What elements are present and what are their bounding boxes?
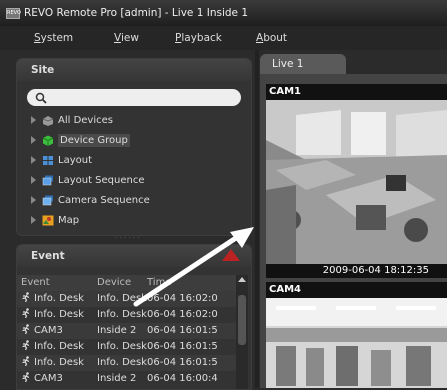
store-scene-image <box>266 298 447 388</box>
site-panel: Site All Devices Device Group Layout Lay… <box>16 58 252 236</box>
running-man-icon <box>22 308 30 318</box>
camera-sequence-icon <box>42 195 53 205</box>
title-bar: REVO REVO Remote Pro [admin] - Live 1 In… <box>0 0 447 26</box>
expand-arrow-icon[interactable] <box>31 216 36 224</box>
time-cell: 06-04 16:02:0 <box>147 293 218 304</box>
tree-item-camera-sequence[interactable]: Camera Sequence <box>31 192 150 208</box>
event-table-header: Event Device Time <box>17 275 237 291</box>
time-cell: 06-04 16:01:5 <box>147 325 218 336</box>
tree-item-label: Device Group <box>58 133 130 147</box>
event-cell: Info. Desk <box>21 339 84 355</box>
device-cell: Info. Desk <box>97 357 147 368</box>
event-row[interactable]: Info. Desk Info. Desk 06-04 16:01:5 <box>17 355 237 371</box>
device-cell: Info. Desk <box>97 341 147 352</box>
time-cell: 06-04 16:02:0 <box>147 309 218 320</box>
vertical-splitter[interactable] <box>255 50 259 388</box>
device-cell: Inside 2 <box>97 373 137 384</box>
menu-playback[interactable]: Playback <box>175 32 222 44</box>
map-icon <box>42 215 54 225</box>
tree-item-label: All Devices <box>58 114 113 126</box>
green-cube-icon <box>42 135 54 146</box>
camera-4-label: CAM4 <box>266 282 447 298</box>
event-name: Info. Desk <box>34 341 84 352</box>
event-name: CAM3 <box>34 325 63 336</box>
event-name: Info. Desk <box>34 357 84 368</box>
menu-system-label: System <box>34 32 74 44</box>
expand-arrow-icon[interactable] <box>31 176 36 184</box>
event-row[interactable]: CAM3 Inside 2 06-04 16:01:5 <box>17 323 237 339</box>
expand-arrow-icon[interactable] <box>31 136 36 144</box>
search-icon <box>35 92 47 104</box>
camera-1-label: CAM1 <box>266 84 447 100</box>
event-name: CAM3 <box>34 373 63 384</box>
expand-arrow-icon[interactable] <box>31 196 36 204</box>
tree-item-layout-sequence[interactable]: Layout Sequence <box>31 172 145 188</box>
tab-live-1[interactable]: Live 1 <box>260 54 346 74</box>
tree-item-label: Layout <box>58 154 92 166</box>
time-cell: 06-04 16:00:4 <box>147 373 218 384</box>
menu-playback-label: Playback <box>175 32 222 44</box>
event-cell: CAM3 <box>21 371 63 387</box>
layout-sequence-icon <box>42 175 53 185</box>
device-cell: Info. Desk <box>97 309 147 320</box>
app-logo-icon: REVO <box>6 7 21 19</box>
column-header-device[interactable]: Device <box>97 275 131 291</box>
menu-view-label: View <box>114 32 139 44</box>
menu-about[interactable]: About <box>256 32 287 44</box>
panel-splitter-grip[interactable]: · · · · · · <box>115 235 143 242</box>
column-header-event[interactable]: Event <box>21 275 50 291</box>
running-man-icon <box>22 324 30 334</box>
site-panel-title: Site <box>17 59 251 81</box>
running-man-icon <box>22 340 30 350</box>
running-man-icon <box>22 356 30 366</box>
layout-grid-icon <box>43 155 53 165</box>
event-name: Info. Desk <box>34 293 84 304</box>
time-cell: 06-04 16:01:5 <box>147 357 218 368</box>
tree-item-label: Layout Sequence <box>58 174 145 186</box>
event-cell: CAM3 <box>21 323 63 339</box>
menu-about-label: About <box>256 32 288 44</box>
event-panel: Event Event Device Time Info. Desk Info. … <box>16 244 252 390</box>
tree-item-device-group[interactable]: Device Group <box>31 132 130 148</box>
camera-1-video[interactable] <box>266 100 447 264</box>
menu-view[interactable]: View <box>114 32 139 44</box>
device-cell: Info. Desk <box>97 293 147 304</box>
alert-triangle-icon <box>222 249 240 261</box>
tree-item-label: Map <box>58 214 80 226</box>
event-row[interactable]: Info. Desk Info. Desk 06-04 16:02:0 <box>17 307 237 323</box>
office-scene-image <box>266 100 447 264</box>
menu-bar: System View Playback About <box>0 26 447 50</box>
menu-system[interactable]: System <box>34 32 73 44</box>
running-man-icon <box>22 292 30 302</box>
event-cell: Info. Desk <box>21 291 84 307</box>
event-cell: Info. Desk <box>21 355 84 371</box>
device-cell: Inside 2 <box>97 325 137 336</box>
scroll-up-arrow-icon[interactable] <box>238 277 246 282</box>
column-header-time[interactable]: Time <box>147 275 171 291</box>
event-panel-title: Event <box>17 245 251 267</box>
running-man-icon <box>22 372 30 382</box>
time-cell: 06-04 16:01:5 <box>147 341 218 352</box>
expand-arrow-icon[interactable] <box>31 116 36 124</box>
expand-arrow-icon[interactable] <box>31 156 36 164</box>
tree-item-layout[interactable]: Layout <box>31 152 92 168</box>
scroll-thumb[interactable] <box>238 295 246 345</box>
event-row[interactable]: Info. Desk Info. Desk 06-04 16:02:0 <box>17 291 237 307</box>
camera-4-video[interactable] <box>266 298 447 388</box>
event-name: Info. Desk <box>34 309 84 320</box>
event-row[interactable]: CAM3 Inside 2 06-04 16:00:4 <box>17 371 237 387</box>
tree-item-all-devices[interactable]: All Devices <box>31 112 113 128</box>
camera-1-timestamp: 2009-06-04 18:12:35 <box>266 264 447 278</box>
event-cell: Info. Desk <box>21 307 84 323</box>
site-search-input[interactable] <box>27 89 241 106</box>
event-scrollbar[interactable] <box>236 275 248 389</box>
cube-stack-icon <box>42 115 54 126</box>
tree-item-label: Camera Sequence <box>58 194 150 206</box>
tree-item-map[interactable]: Map <box>31 212 79 228</box>
window-title: REVO Remote Pro [admin] - Live 1 Inside … <box>24 7 249 19</box>
event-table: Event Device Time Info. Desk Info. Desk 06… <box>17 275 237 387</box>
event-row[interactable]: Info. Desk Info. Desk 06-04 16:01:5 <box>17 339 237 355</box>
